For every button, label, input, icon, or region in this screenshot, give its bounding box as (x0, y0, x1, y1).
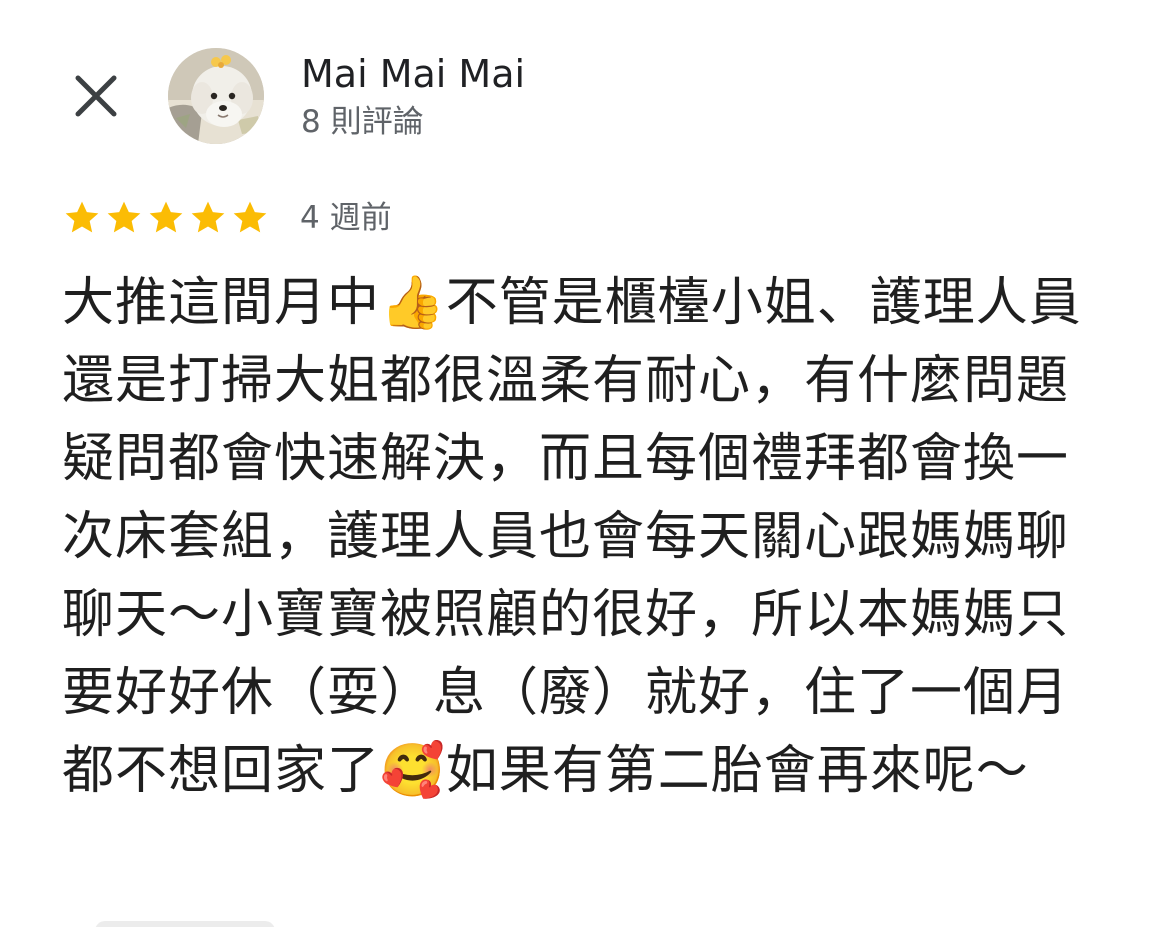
star-rating (62, 198, 270, 238)
star-icon (65, 201, 99, 233)
dog-avatar-photo (168, 48, 264, 144)
partial-action-chip[interactable] (95, 921, 275, 927)
avatar[interactable] (168, 48, 264, 144)
star-icon (107, 201, 141, 233)
review-detail-screen: Mai Mai Mai 8 則評論 4 週前 大推這間月中👍不管是櫃檯小姐、護理… (0, 0, 1170, 927)
close-icon (75, 75, 117, 117)
close-button[interactable] (66, 66, 126, 126)
review-date: 4 週前 (300, 200, 392, 236)
review-count: 8 則評論 (301, 104, 424, 140)
rating-row: 4 週前 (62, 196, 392, 240)
review-text: 大推這間月中👍不管是櫃檯小姐、護理人員還是打掃大姐都很溫柔有耐心，有什麼問題疑問… (62, 273, 1082, 801)
star-icon (233, 201, 267, 233)
reviewer-name[interactable]: Mai Mai Mai (301, 52, 525, 96)
star-icon (191, 201, 225, 233)
star-icon (149, 201, 183, 233)
